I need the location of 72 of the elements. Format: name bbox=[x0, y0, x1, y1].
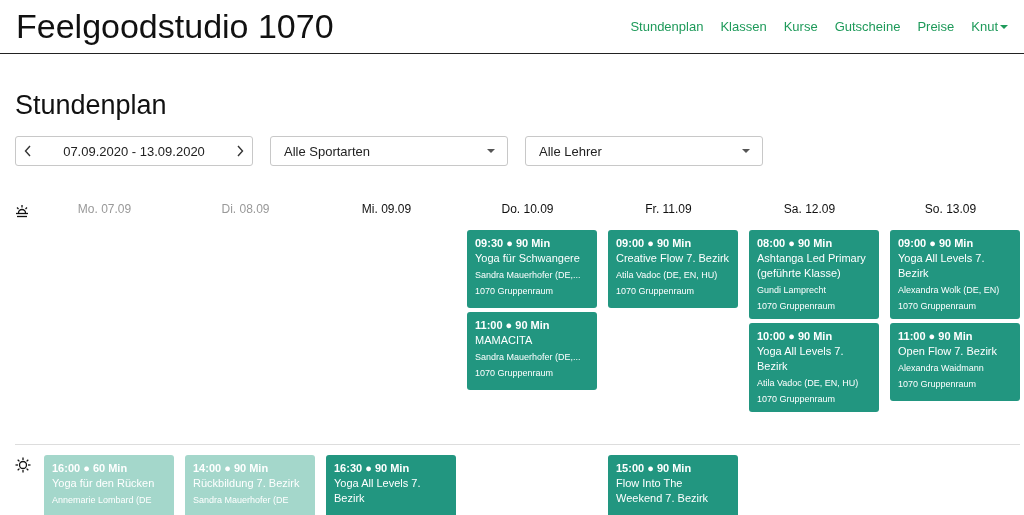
class-card[interactable]: 08:00 ● 90 Min Ashtanga Led Primary (geführte Klasse) Gundi Lamprecht 1070 Gruppenraum bbox=[749, 230, 879, 319]
day-header: Do. 10.09 bbox=[500, 202, 555, 216]
class-teacher: Annemarie Lombard (DE bbox=[52, 495, 153, 505]
nav-link[interactable]: Gutscheine bbox=[834, 19, 901, 34]
sun-icon bbox=[15, 457, 31, 473]
teacher-select[interactable]: Alle Lehrer bbox=[525, 136, 763, 166]
class-name: Yoga All Levels 7. Bezirk bbox=[898, 251, 986, 281]
class-time: 09:00 ● 90 Min bbox=[616, 237, 693, 249]
class-name: Ashtanga Led Primary (geführte Klasse) bbox=[757, 251, 867, 281]
class-name: Rückbildung 7. Bezirk bbox=[193, 476, 301, 491]
chevron-left-icon[interactable] bbox=[24, 145, 32, 157]
class-card[interactable]: 09:00 ● 90 Min Creative Flow 7. Bezirk Atila Vadoc (DE, EN, HU) 1070 Gruppenraum bbox=[608, 230, 738, 308]
class-room: 1070 Gruppenraum bbox=[475, 286, 555, 296]
class-time: 15:00 ● 90 Min bbox=[616, 462, 693, 474]
class-name: MAMACITA bbox=[475, 333, 534, 348]
class-time: 09:00 ● 90 Min bbox=[898, 237, 975, 249]
sunrise-icon bbox=[15, 204, 29, 218]
class-room: 1070 Gruppenraum bbox=[898, 301, 978, 311]
page-title: Stundenplan bbox=[15, 90, 168, 121]
class-time: 10:00 ● 90 Min bbox=[757, 330, 834, 342]
class-card[interactable]: 10:00 ● 90 Min Yoga All Levels 7. Bezirk Atila Vadoc (DE, EN, HU) 1070 Gruppenraum bbox=[749, 323, 879, 412]
class-card[interactable]: 11:00 ● 90 Min MAMACITA Sandra Mauerhofer (DE,... 1070 Gruppenraum bbox=[467, 312, 597, 390]
nav-link[interactable]: Knut bbox=[971, 19, 1008, 34]
class-name: Open Flow 7. Bezirk bbox=[898, 344, 999, 359]
class-time: 08:00 ● 90 Min bbox=[757, 237, 834, 249]
class-card[interactable]: 15:00 ● 90 Min Flow Into The Weekend 7. Bezirk bbox=[608, 455, 738, 515]
class-name: Yoga All Levels 7. Bezirk bbox=[757, 344, 845, 374]
class-teacher: Atila Vadoc (DE, EN, HU) bbox=[616, 270, 719, 280]
day-header: Di. 08.09 bbox=[220, 202, 271, 216]
class-room: 1070 Gruppenraum bbox=[757, 394, 837, 404]
class-teacher: Sandra Mauerhofer (DE,... bbox=[475, 270, 582, 280]
site-title[interactable]: Feelgoodstudio 1070 bbox=[16, 7, 334, 46]
caret-icon bbox=[1000, 24, 1008, 29]
class-room: 1070 Gruppenraum bbox=[616, 286, 696, 296]
day-header: Fr. 11.09 bbox=[644, 202, 693, 216]
class-room: 1070 Gruppenraum bbox=[898, 379, 978, 389]
nav-link[interactable]: Klassen bbox=[720, 19, 767, 34]
class-teacher: Alexandra Waidmann bbox=[898, 363, 985, 373]
class-time: 11:00 ● 90 Min bbox=[898, 330, 974, 342]
nav-link[interactable]: Kurse bbox=[783, 19, 818, 34]
class-name: Yoga All Levels 7. Bezirk bbox=[334, 476, 422, 506]
dropdown-arrow-icon bbox=[742, 149, 750, 153]
class-name: Yoga für Schwangere bbox=[475, 251, 581, 266]
class-room: 1070 Gruppenraum bbox=[475, 368, 555, 378]
class-teacher: Sandra Mauerhofer (DE,... bbox=[475, 352, 582, 362]
class-name: Yoga für den Rücken bbox=[52, 476, 156, 491]
class-room: 1070 Gruppenraum bbox=[757, 301, 837, 311]
class-card[interactable]: 09:00 ● 90 Min Yoga All Levels 7. Bezirk Alexandra Wolk (DE, EN) 1070 Gruppenraum bbox=[890, 230, 1020, 319]
date-range-picker[interactable]: 07.09.2020 - 13.09.2020 bbox=[15, 136, 253, 166]
day-header: So. 13.09 bbox=[923, 202, 978, 216]
class-card[interactable]: 09:30 ● 90 Min Yoga für Schwangere Sandra Mauerhofer (DE,... 1070 Gruppenraum bbox=[467, 230, 597, 308]
dropdown-arrow-icon bbox=[487, 149, 495, 153]
day-header: Mo. 07.09 bbox=[76, 202, 133, 216]
class-teacher: Gundi Lamprecht bbox=[757, 285, 828, 295]
class-time: 16:00 ● 60 Min bbox=[52, 462, 129, 474]
class-card[interactable]: 11:00 ● 90 Min Open Flow 7. Bezirk Alexandra Waidmann 1070 Gruppenraum bbox=[890, 323, 1020, 401]
class-teacher: Atila Vadoc (DE, EN, HU) bbox=[757, 378, 860, 388]
nav-link[interactable]: Stundenplan bbox=[630, 19, 704, 34]
nav-link[interactable]: Preise bbox=[917, 19, 955, 34]
class-time: 14:00 ● 90 Min bbox=[193, 462, 270, 474]
day-header: Sa. 12.09 bbox=[782, 202, 837, 216]
class-name: Flow Into The Weekend 7. Bezirk bbox=[616, 476, 710, 506]
sport-select[interactable]: Alle Sportarten bbox=[270, 136, 508, 166]
class-card[interactable]: 16:30 ● 90 Min Yoga All Levels 7. Bezirk bbox=[326, 455, 456, 515]
class-teacher: Sandra Mauerhofer (DE bbox=[193, 495, 290, 505]
day-header: Mi. 09.09 bbox=[360, 202, 413, 216]
class-time: 16:30 ● 90 Min bbox=[334, 462, 411, 474]
chevron-right-icon[interactable] bbox=[236, 145, 244, 157]
class-time: 11:00 ● 90 Min bbox=[475, 319, 551, 331]
class-time: 09:30 ● 90 Min bbox=[475, 237, 552, 249]
class-teacher: Alexandra Wolk (DE, EN) bbox=[898, 285, 1001, 295]
class-name: Creative Flow 7. Bezirk bbox=[616, 251, 730, 266]
